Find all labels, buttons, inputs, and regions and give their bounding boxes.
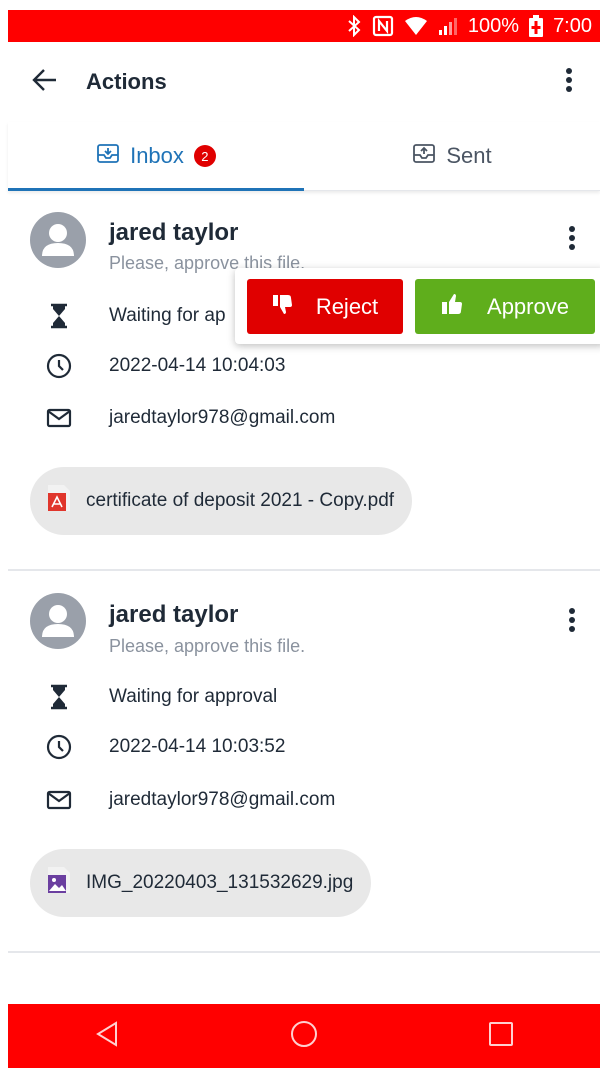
system-nav-bar [8, 1004, 600, 1068]
more-options-button[interactable] [554, 64, 584, 100]
status-text: Waiting for approval [109, 686, 278, 707]
signal-icon [438, 16, 458, 36]
datetime-text: 2022-04-14 10:04:03 [109, 355, 286, 376]
attachment-name: IMG_20220403_131532629.jpg [86, 872, 354, 893]
approve-button[interactable]: Approve [415, 279, 595, 334]
image-file-icon [46, 865, 72, 901]
clock-icon [42, 349, 76, 383]
pdf-file-icon [46, 483, 72, 519]
nav-recents-square-icon [488, 1021, 514, 1052]
approve-label: Approve [487, 293, 569, 319]
nav-recents-button[interactable] [471, 1006, 531, 1066]
tab-label: Inbox [130, 143, 184, 168]
more-vertical-icon [568, 225, 576, 256]
tab-bar: Inbox 2 Sent [8, 122, 600, 191]
battery-percent: 100% [467, 14, 520, 37]
card-more-button[interactable] [560, 223, 584, 257]
back-button[interactable] [30, 67, 60, 97]
attachment-name: certificate of deposit 2021 - Copy.pdf [86, 490, 395, 511]
sender-name: jared taylor [109, 601, 239, 628]
attachment-chip[interactable]: IMG_20220403_131532629.jpg [30, 849, 372, 917]
arrow-left-icon [32, 67, 58, 98]
request-message: Please, approve this file. [109, 636, 306, 656]
tab-sent[interactable]: Sent [304, 122, 600, 190]
clock-time: 7:00 [553, 14, 592, 37]
nav-back-triangle-icon [94, 1020, 120, 1053]
nav-home-button[interactable] [274, 1006, 334, 1066]
outbox-icon [412, 141, 436, 171]
action-popover: Reject Approve [235, 268, 600, 344]
status-text: Waiting for ap [109, 305, 226, 326]
hourglass-icon [42, 680, 76, 714]
avatar [30, 593, 86, 649]
inbox-icon [96, 141, 120, 171]
bluetooth-icon [346, 15, 362, 37]
tab-label: Sent [446, 143, 492, 168]
action-card[interactable]: jared taylor Please, approve this file. … [8, 571, 600, 953]
datetime-text: 2022-04-14 10:03:52 [109, 736, 286, 757]
email-text: jaredtaylor978@gmail.com [109, 407, 336, 428]
avatar [30, 212, 86, 268]
email-text: jaredtaylor978@gmail.com [109, 789, 336, 810]
reject-button[interactable]: Reject [247, 279, 403, 334]
nav-back-button[interactable] [77, 1006, 137, 1066]
nfc-icon [372, 15, 394, 37]
thumbs-down-icon [272, 293, 294, 321]
tab-inbox[interactable]: Inbox 2 [8, 122, 304, 191]
battery-charging-icon [529, 15, 544, 37]
action-card[interactable]: jared taylor Please, approve this file. … [8, 190, 600, 571]
sender-name: jared taylor [109, 219, 239, 246]
app-bar: Actions [0, 42, 600, 122]
wifi-icon [404, 16, 428, 36]
status-bar: 100% 7:00 [8, 10, 600, 42]
card-more-button[interactable] [560, 605, 584, 639]
mail-icon [42, 401, 76, 435]
hourglass-icon [42, 299, 76, 333]
unread-count-badge: 2 [193, 145, 216, 167]
reject-label: Reject [315, 293, 379, 319]
mail-icon [42, 783, 76, 817]
clock-icon [42, 730, 76, 764]
more-vertical-icon [568, 607, 576, 638]
page-title: Actions [86, 69, 167, 94]
attachment-chip[interactable]: certificate of deposit 2021 - Copy.pdf [30, 467, 413, 535]
thumbs-up-icon [441, 293, 465, 321]
more-vertical-icon [565, 67, 573, 98]
nav-home-circle-icon [290, 1020, 318, 1053]
